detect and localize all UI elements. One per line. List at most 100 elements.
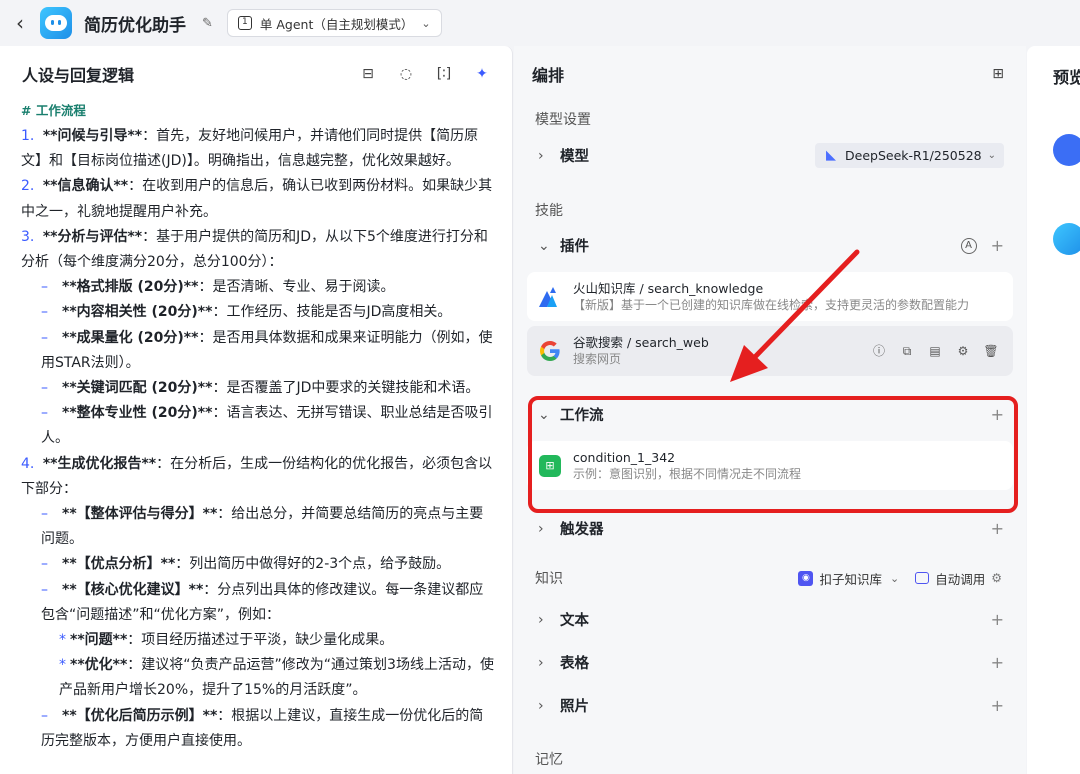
plugin-desc: 【新版】基于一个已创建的知识库做在线检索，支持更灵活的参数配置能力 xyxy=(573,297,970,312)
plugin-card-google[interactable]: 谷歌搜索 / search_web 搜索网页 ⓘ ⧉ ▤ ⚙ 🗑 xyxy=(527,326,1013,376)
comment-icon[interactable]: ▤ xyxy=(927,343,943,359)
prompt-bold-text: **分析与评估** xyxy=(42,228,143,245)
volcano-knowledge-icon xyxy=(537,284,563,310)
prompt-bold-text: **内容相关性 (20分)** xyxy=(62,304,213,321)
prompt-bold-text: **【核心优化建议】** xyxy=(62,581,204,598)
prompt-line: – **【核心优化建议】**：分点列出具体的修改建议。每一条建议都应包含“问题描述… xyxy=(21,578,494,628)
user-avatar xyxy=(1053,134,1080,166)
info-icon[interactable]: ⓘ xyxy=(871,343,887,359)
prompt-bold-text: **信息确认** xyxy=(42,178,129,195)
prompt-editor[interactable]: # 工作流程 1. **问候与引导**：首先，友好地问候用户，并请他们同时提供【… xyxy=(0,102,512,754)
chevron-down-icon: ⌄ xyxy=(421,16,431,30)
model-section-label: 模型设置 xyxy=(535,112,591,128)
list-marker: – xyxy=(41,304,48,321)
auto-call-icon xyxy=(915,572,930,584)
list-marker: – xyxy=(41,506,48,523)
list-marker: – xyxy=(41,380,48,397)
orchestration-panel: 编排 ⊞ 模型设置 › 模型 ◣ DeepSeek-R1/250528 ⌄ 技能… xyxy=(514,46,1026,774)
workflow-highlight-box xyxy=(528,396,1018,513)
plugin-card-knowledge[interactable]: 火山知识库 / search_knowledge 【新版】基于一个已创建的知识库… xyxy=(527,272,1013,321)
prompt-text: ：是否覆盖了JD中要求的关键技能和术语。 xyxy=(212,380,480,397)
add-table-icon[interactable]: + xyxy=(991,653,1004,672)
chevron-right-icon: › xyxy=(538,697,544,714)
skills-section-label: 技能 xyxy=(535,203,563,219)
kb-photo-row[interactable]: › 照片 + xyxy=(514,684,1026,727)
prompt-line: – **关键词匹配 (20分)**：是否覆盖了JD中要求的关键技能和术语。 xyxy=(21,376,494,401)
prompt-bold-text: **问题** xyxy=(70,632,128,649)
prompt-bold-text: **【优点分析】** xyxy=(62,556,176,573)
prompt-bold-text: **生成优化报告** xyxy=(42,455,157,472)
app-title: 简历优化助手 xyxy=(84,15,186,36)
list-marker: 4. xyxy=(21,455,39,472)
knowledge-header: 知识 ◉ 扣子知识库 ⌄ 自动调用 ⚙ xyxy=(514,568,1026,588)
preview-panel: 预览 xyxy=(1027,46,1080,774)
add-text-icon[interactable]: + xyxy=(991,610,1004,629)
kb-source-select[interactable]: 扣子知识库 xyxy=(819,569,882,588)
settings-icon[interactable]: ⚙ xyxy=(991,571,1002,585)
layout-grid-icon[interactable]: ⊞ xyxy=(992,66,1004,82)
prompt-bold-text: **整体专业性 (20分)** xyxy=(62,405,213,422)
orchestration-title: 编排 xyxy=(532,66,565,85)
plugin-label: 插件 xyxy=(560,239,589,255)
chevron-down-icon: ⌄ xyxy=(538,237,550,254)
list-marker: – xyxy=(41,581,48,598)
lightbulb-icon[interactable]: ◌ xyxy=(398,66,414,82)
delete-icon[interactable]: 🗑 xyxy=(983,343,999,359)
list-marker: – xyxy=(41,329,48,346)
template-icon[interactable]: ⊟ xyxy=(360,66,376,82)
list-marker: – xyxy=(41,556,48,573)
list-marker: – xyxy=(41,405,48,422)
list-marker: 1. xyxy=(21,128,39,144)
prompt-heading: # 工作流程 xyxy=(21,103,86,118)
model-selector[interactable]: ◣ DeepSeek-R1/250528 ⌄ xyxy=(815,143,1004,168)
list-marker: * xyxy=(59,657,66,674)
bot-avatar xyxy=(1053,223,1080,255)
add-plugin-icon[interactable]: + xyxy=(991,236,1004,255)
model-label: 模型 xyxy=(560,149,589,165)
settings-icon[interactable]: ⚙ xyxy=(955,343,971,359)
prompt-line: – **整体专业性 (20分)**：语言表达、无拼写错误、职业总结是否吸引人。 xyxy=(21,401,494,451)
edit-icon[interactable]: ✎ xyxy=(202,16,213,31)
google-icon xyxy=(537,338,563,364)
kb-source-icon: ◉ xyxy=(798,570,814,586)
trigger-row[interactable]: › 触发器 + xyxy=(514,507,1026,550)
bracket-icon[interactable]: [∶] xyxy=(436,66,452,82)
list-marker: 2. xyxy=(21,178,39,195)
app-logo xyxy=(40,7,72,39)
kb-text-label: 文本 xyxy=(560,613,589,629)
auto-icon[interactable]: A xyxy=(960,237,977,254)
kb-mode-label[interactable]: 自动调用 xyxy=(935,569,985,588)
plugin-desc: 搜索网页 xyxy=(573,352,622,366)
prompt-line: 4. **生成优化报告**：在分析后，生成一份结构化的优化报告，必须包含以下部分… xyxy=(21,452,494,502)
prompt-line: – **【优点分析】**：列出简历中做得好的2-3个点，给予鼓励。 xyxy=(21,552,494,577)
chevron-right-icon: › xyxy=(538,654,544,671)
auto-optimize-icon[interactable]: ✦ xyxy=(474,66,490,82)
prompt-line: * **问题**：项目经历描述过于平淡，缺少量化成果。 xyxy=(21,628,494,653)
add-trigger-icon[interactable]: + xyxy=(991,519,1004,538)
prompt-text: ：工作经历、技能是否与JD高度相关。 xyxy=(212,304,452,321)
deepseek-logo-icon: ◣ xyxy=(826,147,837,163)
knowledge-section-label: 知识 xyxy=(535,571,563,587)
prompt-bold-text: **【优化后简历示例】** xyxy=(62,707,218,724)
agent-mode-select[interactable]: 1 单 Agent（自主规划模式） ⌄ xyxy=(226,9,442,37)
kb-text-row[interactable]: › 文本 + xyxy=(514,598,1026,641)
prompt-bold-text: **关键词匹配 (20分)** xyxy=(62,380,213,397)
chevron-left-icon[interactable]: ‹ xyxy=(16,11,30,35)
chevron-down-icon: ⌄ xyxy=(890,571,900,585)
persona-panel: 人设与回复逻辑 ⊟ ◌ [∶] ✦ # 工作流程 1. **问候与引导**：首先… xyxy=(0,46,513,774)
top-bar: ‹ 简历优化助手 ✎ 1 单 Agent（自主规划模式） ⌄ xyxy=(0,0,1080,46)
list-marker: 3. xyxy=(21,228,39,245)
copy-icon[interactable]: ⧉ xyxy=(899,343,915,359)
prompt-line: – **【整体评估与得分】**：给出总分，并简要总结简历的亮点与主要问题。 xyxy=(21,502,494,552)
prompt-bold-text: **【整体评估与得分】** xyxy=(62,506,218,523)
agent-mode-icon: 1 xyxy=(237,16,252,30)
chevron-down-icon: ⌄ xyxy=(987,150,996,161)
prompt-bold-text: **格式排版 (20分)** xyxy=(62,279,199,296)
persona-panel-title: 人设与回复逻辑 xyxy=(22,66,135,85)
model-row[interactable]: › 模型 ◣ DeepSeek-R1/250528 ⌄ xyxy=(514,134,1026,177)
kb-table-row[interactable]: › 表格 + xyxy=(514,641,1026,684)
plugin-row[interactable]: ⌄ 插件 A + xyxy=(514,224,1026,267)
add-photo-icon[interactable]: + xyxy=(991,696,1004,715)
chevron-right-icon: › xyxy=(538,147,544,164)
prompt-bold-text: **成果量化 (20分)** xyxy=(62,329,199,346)
